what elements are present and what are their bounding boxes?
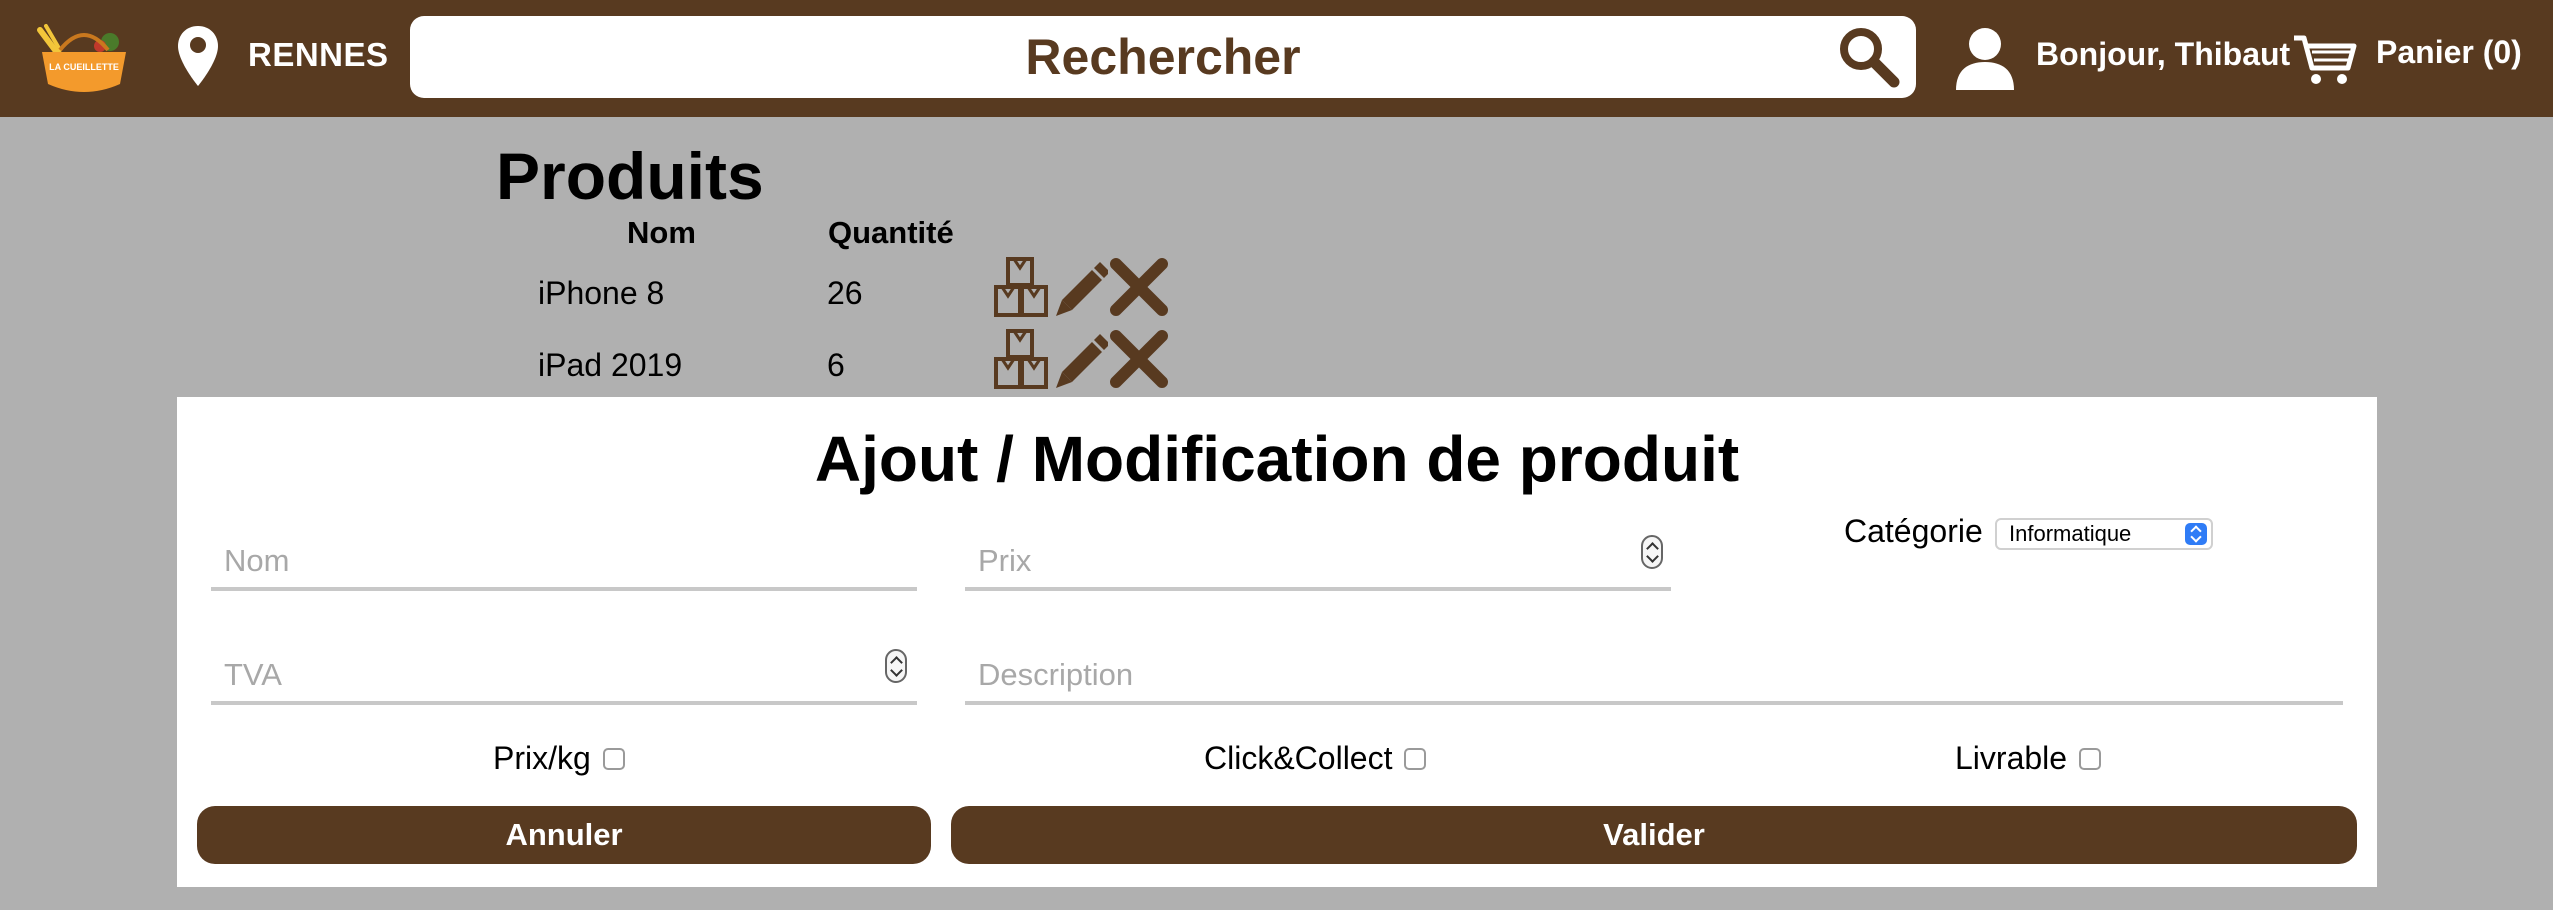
- delete-icon[interactable]: [1110, 256, 1168, 318]
- prix-placeholder: Prix: [978, 543, 1032, 578]
- prix-kg-checkbox[interactable]: [602, 747, 625, 770]
- product-name: iPad 2019: [538, 347, 683, 383]
- cancel-button[interactable]: Annuler: [197, 806, 931, 864]
- description-placeholder: Description: [978, 657, 1134, 692]
- user-greeting[interactable]: Bonjour, Thibaut: [2036, 36, 2290, 73]
- category-select[interactable]: Informatique: [1995, 518, 2213, 550]
- user-icon[interactable]: [1954, 26, 2016, 90]
- product-quantity: 26: [827, 275, 863, 311]
- category-label: Catégorie: [1844, 513, 1983, 549]
- top-navigation-bar: LA CUEILLETTE RENNES Rechercher Bonjour,…: [0, 0, 2553, 117]
- city-label[interactable]: RENNES: [248, 36, 389, 74]
- category-value: Informatique: [2009, 521, 2132, 546]
- tva-placeholder: TVA: [224, 657, 282, 692]
- column-header-name: Nom: [627, 215, 696, 250]
- livrable-checkbox[interactable]: [2079, 747, 2102, 770]
- search-icon[interactable]: [1836, 24, 1900, 88]
- click-collect-label: Click&Collect: [1204, 740, 1393, 776]
- description-input[interactable]: Description: [965, 625, 2343, 705]
- delete-icon[interactable]: [1110, 328, 1168, 390]
- prix-stepper[interactable]: [1641, 535, 1663, 569]
- boxes-icon[interactable]: [994, 256, 1048, 318]
- nom-input[interactable]: Nom: [211, 511, 917, 591]
- product-form-modal: Ajout / Modification de produit Nom Prix…: [177, 397, 2377, 887]
- search-placeholder: Rechercher: [1025, 29, 1301, 85]
- livrable-label: Livrable: [1955, 740, 2068, 776]
- pencil-icon[interactable]: [1052, 256, 1108, 318]
- click-collect-checkbox[interactable]: [1404, 747, 1427, 770]
- basket-logo[interactable]: LA CUEILLETTE: [36, 20, 132, 96]
- form-title: Ajout / Modification de produit: [814, 423, 1740, 495]
- prix-kg-label: Prix/kg: [493, 740, 591, 776]
- livrable-option: Livrable: [1955, 740, 2102, 777]
- tva-stepper[interactable]: [885, 649, 907, 683]
- nom-placeholder: Nom: [224, 543, 290, 578]
- boxes-icon[interactable]: [994, 328, 1048, 390]
- product-quantity: 6: [827, 347, 845, 383]
- prix-input[interactable]: Prix: [965, 511, 1671, 591]
- prix-kg-option: Prix/kg: [493, 740, 625, 777]
- column-header-quantity: Quantité: [828, 215, 954, 250]
- product-name: iPhone 8: [538, 275, 665, 311]
- tva-input[interactable]: TVA: [211, 625, 917, 705]
- search-input[interactable]: Rechercher: [410, 16, 1916, 98]
- click-collect-option: Click&Collect: [1204, 740, 1427, 777]
- select-arrows-icon: [2185, 523, 2207, 545]
- product-row-actions: [994, 328, 1168, 390]
- products-title: Produits: [496, 139, 764, 213]
- cart-button[interactable]: Panier (0): [2376, 34, 2522, 71]
- pencil-icon[interactable]: [1052, 328, 1108, 390]
- location-pin-icon[interactable]: [176, 24, 220, 88]
- logo-text: LA CUEILLETTE: [49, 62, 119, 72]
- submit-button[interactable]: Valider: [951, 806, 2357, 864]
- cart-icon[interactable]: [2292, 32, 2358, 88]
- product-row-actions: [994, 256, 1168, 318]
